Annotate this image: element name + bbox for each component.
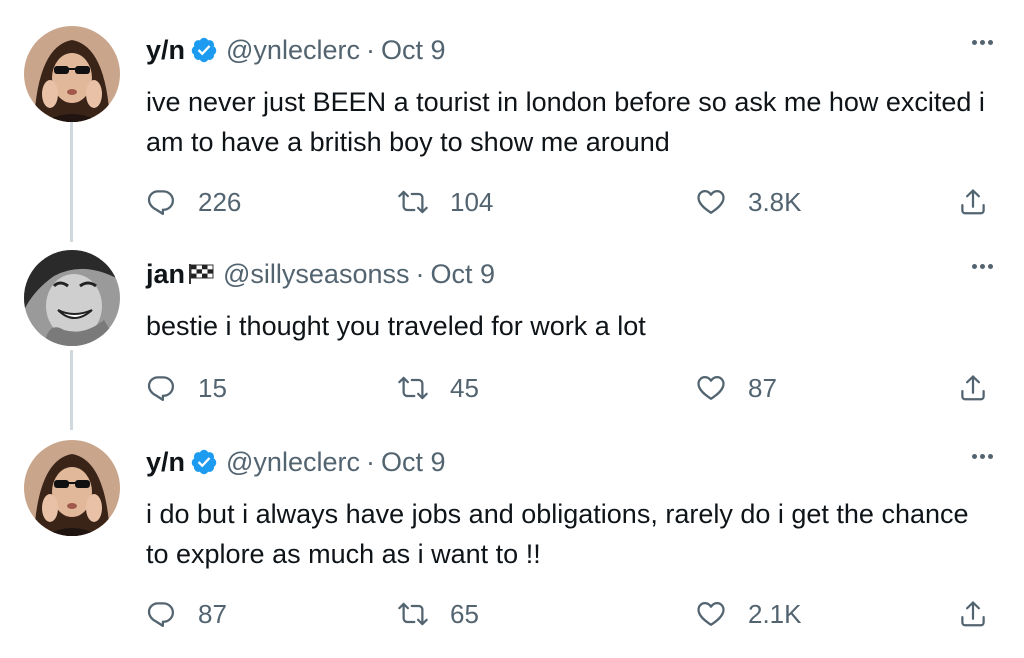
display-name[interactable]: y/n [146,35,185,66]
share-icon [961,601,985,627]
display-name[interactable]: y/n [146,447,185,478]
reply-button[interactable]: 226 [146,182,241,222]
separator-dot: · [365,446,375,477]
reply-button[interactable]: 87 [146,594,227,634]
retweet-count: 104 [450,186,494,217]
like-count: 3.8K [748,186,802,217]
action-bar: 15 45 87 [146,368,1006,408]
handle[interactable]: @ynleclerc [226,447,360,478]
reply-button[interactable]: 15 [146,368,227,408]
tweet-header: jan @sillyseasonss · Oct 9 [146,254,495,294]
verified-icon [191,449,217,475]
retweet-count: 65 [450,598,479,629]
share-button[interactable] [958,594,988,634]
like-icon [697,190,725,214]
retweet-count: 45 [450,372,479,403]
like-icon [697,376,725,400]
timestamp[interactable]: Oct 9 [430,259,495,290]
like-icon [697,602,725,626]
tweet-text: ive never just BEEN a tourist in london … [146,87,985,157]
share-icon [961,375,985,401]
reply-count: 226 [198,186,242,217]
retweet-button[interactable]: 104 [398,182,493,222]
timestamp[interactable]: Oct 9 [381,35,446,66]
handle[interactable]: @sillyseasonss [223,259,409,290]
share-button[interactable] [958,368,988,408]
retweet-button[interactable]: 45 [398,368,479,408]
avatar[interactable] [24,250,120,346]
tweet[interactable]: jan @sillyseasonss · Oct 9 bestie i thou… [0,250,1024,430]
share-icon [961,189,985,215]
avatar[interactable] [24,440,120,536]
more-icon[interactable] [962,446,1002,466]
like-count: 87 [748,372,777,403]
tweet-text: bestie i thought you traveled for work a… [146,311,646,341]
separator-dot: · [365,34,375,65]
handle[interactable]: @ynleclerc [226,35,360,66]
tweet[interactable]: y/n @ynleclerc · Oct 9 ive never just BE… [0,26,1024,226]
action-bar: 87 65 2.1K [146,594,1006,634]
more-icon[interactable] [962,256,1002,276]
retweet-icon [398,602,428,626]
checkered-flag-icon [189,264,214,284]
like-count: 2.1K [748,598,802,629]
tweet-header: y/n @ynleclerc · Oct 9 [146,30,446,70]
action-bar: 226 104 3.8K [146,182,1006,222]
retweet-icon [398,376,428,400]
more-icon[interactable] [962,32,1002,52]
tweet-header: y/n @ynleclerc · Oct 9 [146,442,446,482]
tweet-text: i do but i always have jobs and obligati… [146,499,969,569]
retweet-icon [398,190,428,214]
reply-icon [147,190,174,215]
like-button[interactable]: 2.1K [696,594,802,634]
timestamp[interactable]: Oct 9 [381,447,446,478]
like-button[interactable]: 87 [696,368,777,408]
retweet-button[interactable]: 65 [398,594,479,634]
tweet[interactable]: y/n @ynleclerc · Oct 9 i do but i always… [0,440,1024,640]
avatar[interactable] [24,26,120,122]
share-button[interactable] [958,182,988,222]
reply-count: 15 [198,372,227,403]
separator-dot: · [415,258,425,289]
verified-icon [191,37,217,63]
reply-icon [147,376,174,401]
reply-count: 87 [198,598,227,629]
display-name[interactable]: jan [146,259,185,290]
like-button[interactable]: 3.8K [696,182,802,222]
reply-icon [147,602,174,627]
